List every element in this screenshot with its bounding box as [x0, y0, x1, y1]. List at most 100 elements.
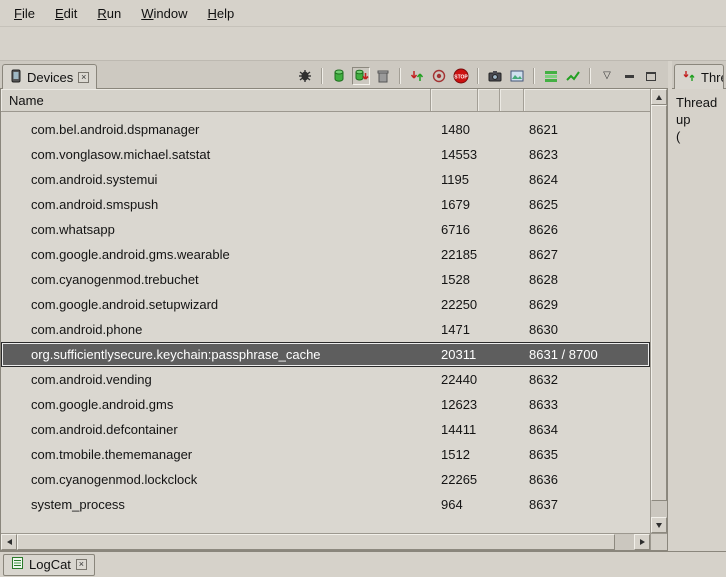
logcat-icon	[11, 556, 24, 573]
table-row[interactable]: com.android.phone 1471 8630	[1, 317, 650, 342]
minimize-icon[interactable]	[620, 67, 638, 85]
horizontal-scroll-track[interactable]	[17, 534, 634, 550]
scroll-right-button[interactable]	[634, 534, 650, 550]
table-row[interactable]: com.google.android.gms 12623 8633	[1, 392, 650, 417]
pid-cell: 6716	[431, 222, 478, 237]
process-name-cell: com.android.defcontainer	[1, 422, 431, 437]
vertical-scroll-track[interactable]	[651, 105, 667, 517]
vertical-scroll-thumb[interactable]	[651, 105, 667, 501]
toolbar-separator	[321, 68, 323, 84]
pid-cell: 1528	[431, 272, 478, 287]
process-name-cell: com.cyanogenmod.trebuchet	[1, 272, 431, 287]
table-header: Name	[1, 89, 650, 112]
pid-cell: 14411	[431, 422, 478, 437]
scroll-corner	[650, 533, 667, 550]
port-cell: 8625	[524, 197, 650, 212]
method-profiling-icon[interactable]	[430, 67, 448, 85]
debug-process-icon[interactable]	[296, 67, 314, 85]
main-area: Devices ×	[0, 61, 726, 551]
table-row[interactable]: com.cyanogenmod.trebuchet 1528 8628	[1, 267, 650, 292]
menu-item[interactable]: Edit	[45, 2, 87, 25]
table-row[interactable]: com.google.android.setupwizard 22250 862…	[1, 292, 650, 317]
pid-cell: 12623	[431, 397, 478, 412]
process-name-cell: com.google.android.gms.wearable	[1, 247, 431, 262]
screenshot-icon[interactable]	[486, 67, 504, 85]
pid-cell: 1512	[431, 447, 478, 462]
cause-gc-icon[interactable]	[374, 67, 392, 85]
view-menu-chevron: ▽	[603, 71, 611, 81]
process-name-cell: com.vonglasow.michael.satstat	[1, 147, 431, 162]
systrace-icon[interactable]	[564, 67, 582, 85]
menu-item[interactable]: Help	[197, 2, 244, 25]
tab-logcat[interactable]: LogCat ×	[3, 554, 95, 576]
menu-item[interactable]: Run	[87, 2, 131, 25]
table-row[interactable]: com.whatsapp 6716 8626	[1, 217, 650, 242]
process-name-cell: com.whatsapp	[1, 222, 431, 237]
menu-item[interactable]: Window	[131, 2, 197, 25]
tab-devices-label: Devices	[27, 70, 73, 85]
column-header-3[interactable]	[500, 89, 524, 111]
table-row[interactable]: com.android.systemui 1195 8624	[1, 167, 650, 192]
threads-pane: Threa Thread up (	[672, 61, 726, 551]
dump-hprof-icon[interactable]	[352, 67, 370, 85]
table-row[interactable]: org.sufficientlysecure.keychain:passphra…	[1, 342, 650, 367]
view-menu-icon[interactable]: ▽	[598, 67, 616, 85]
tab-threads[interactable]: Threa	[674, 64, 724, 89]
table-row[interactable]: com.tmobile.thememanager 1512 8635	[1, 442, 650, 467]
column-header-port[interactable]	[524, 89, 650, 111]
pid-cell: 20311	[431, 347, 478, 362]
port-cell: 8627	[524, 247, 650, 262]
scroll-left-button[interactable]	[1, 534, 17, 550]
horizontal-scroll-thumb[interactable]	[17, 534, 615, 550]
table-row[interactable]: com.vonglasow.michael.satstat 14553 8623	[1, 142, 650, 167]
up-arrow-icon	[656, 95, 662, 100]
stop-process-icon[interactable]: STOP	[452, 67, 470, 85]
horizontal-scrollbar[interactable]	[1, 533, 650, 550]
pid-cell: 1471	[431, 322, 478, 337]
process-name-cell: com.bel.android.dspmanager	[1, 122, 431, 137]
table-row[interactable]: com.android.defcontainer 14411 8634	[1, 417, 650, 442]
port-cell: 8637	[524, 497, 650, 512]
port-cell: 8634	[524, 422, 650, 437]
view-hierarchy-icon[interactable]	[508, 67, 526, 85]
process-rows: com.bel.android.dspmanager 1480 8621 com…	[1, 112, 650, 533]
table-row[interactable]: com.google.android.gms.wearable 22185 86…	[1, 242, 650, 267]
column-header-pid[interactable]	[431, 89, 478, 111]
menu-item[interactable]: File	[4, 2, 45, 25]
hierarchy-view-icon[interactable]	[542, 67, 560, 85]
down-arrow-icon	[656, 523, 662, 528]
process-name-cell: com.android.smspush	[1, 197, 431, 212]
table-row[interactable]: system_process 964 8637	[1, 492, 650, 517]
column-header-2[interactable]	[478, 89, 500, 111]
process-name-cell: org.sufficientlysecure.keychain:passphra…	[1, 347, 431, 362]
devices-pane: Devices ×	[0, 61, 668, 551]
table-row[interactable]: com.cyanogenmod.lockclock 22265 8636	[1, 467, 650, 492]
update-heap-icon[interactable]	[330, 67, 348, 85]
update-threads-icon[interactable]	[408, 67, 426, 85]
process-name-cell: com.tmobile.thememanager	[1, 447, 431, 462]
process-name-cell: com.android.systemui	[1, 172, 431, 187]
vertical-scrollbar[interactable]	[650, 89, 667, 533]
tab-logcat-label: LogCat	[29, 557, 71, 572]
tab-close-icon[interactable]: ×	[78, 72, 89, 83]
tab-devices[interactable]: Devices ×	[2, 64, 97, 89]
scroll-up-button[interactable]	[651, 89, 667, 105]
port-cell: 8631 / 8700	[524, 347, 650, 362]
table-row[interactable]: com.android.vending 22440 8632	[1, 367, 650, 392]
pid-cell: 22265	[431, 472, 478, 487]
port-cell: 8626	[524, 222, 650, 237]
table-row[interactable]: com.android.smspush 1679 8625	[1, 192, 650, 217]
port-cell: 8621	[524, 122, 650, 137]
port-cell: 8636	[524, 472, 650, 487]
maximize-icon[interactable]	[642, 67, 660, 85]
table-row[interactable]: com.bel.android.dspmanager 1480 8621	[1, 117, 650, 142]
devices-tabstrip: Devices ×	[0, 61, 668, 89]
column-header-name[interactable]: Name	[1, 89, 431, 111]
pid-cell: 22440	[431, 372, 478, 387]
stop-label: STOP	[454, 74, 468, 80]
logcat-close-icon[interactable]: ×	[76, 559, 87, 570]
menubar: File Edit Run Window Help	[0, 0, 726, 27]
process-name-cell: system_process	[1, 497, 431, 512]
process-name-cell: com.cyanogenmod.lockclock	[1, 472, 431, 487]
scroll-down-button[interactable]	[651, 517, 667, 533]
